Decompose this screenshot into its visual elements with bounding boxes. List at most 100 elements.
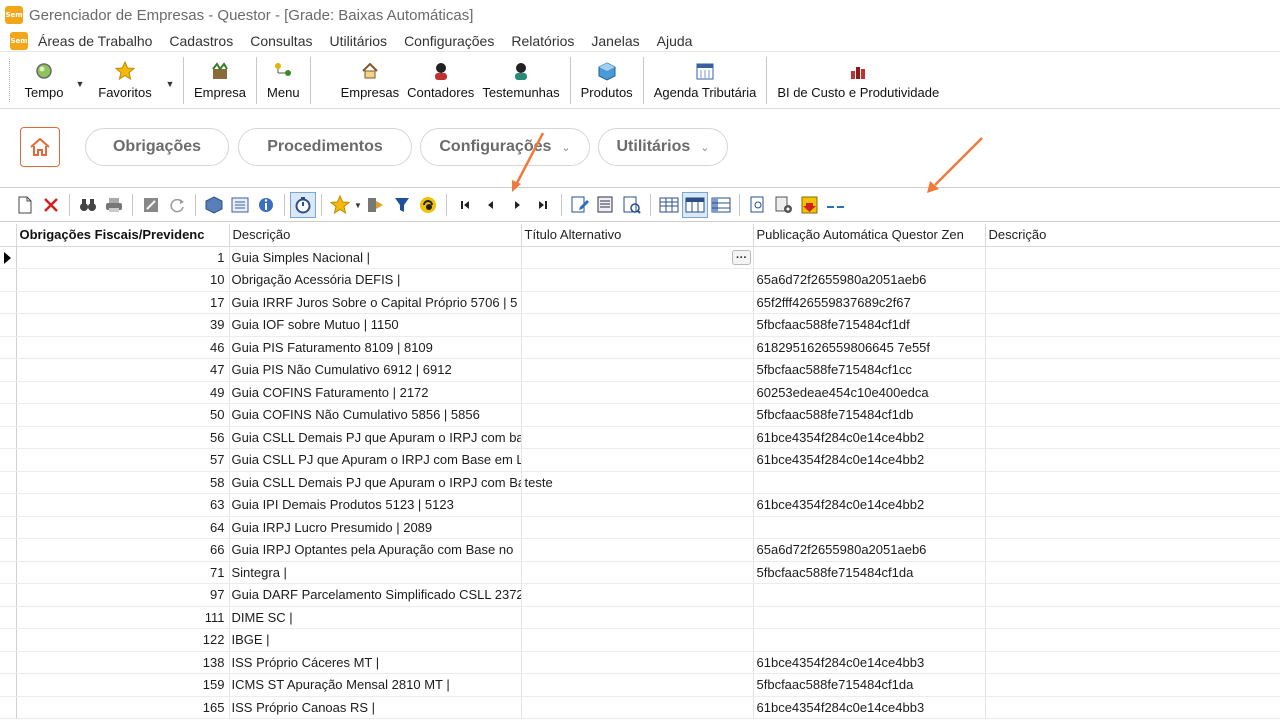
cell-publicacao[interactable]: 60253edeae454c10e400edca	[753, 381, 986, 404]
cell-id[interactable]: 47	[16, 358, 230, 382]
table-row[interactable]: 64 Guia IRPJ Lucro Presumido | 2089	[0, 516, 1280, 539]
cell-descricao-2[interactable]	[985, 336, 1280, 359]
favorites-button[interactable]	[327, 192, 353, 218]
cell-id[interactable]: 63	[16, 493, 230, 517]
table-row[interactable]: 159 ICMS ST Apuração Mensal 2810 MT | 5fbc…	[0, 673, 1280, 697]
cell-descricao[interactable]: Guia IRPJ Optantes pela Apuração com Bas…	[229, 538, 522, 562]
cell-titulo-alternativo[interactable]	[521, 516, 754, 539]
cell-descricao-2[interactable]	[985, 381, 1280, 404]
cell-id[interactable]: 46	[16, 336, 230, 359]
table-row[interactable]: 111 DIME SC |	[0, 606, 1280, 629]
cell-descricao-2[interactable]	[985, 651, 1280, 674]
edit-button[interactable]	[138, 192, 164, 218]
row-indicator[interactable]	[0, 696, 17, 719]
cell-publicacao[interactable]: 65a6d72f2655980a2051aeb6	[753, 538, 986, 562]
edit-document-button[interactable]	[567, 192, 593, 218]
home-button[interactable]	[20, 127, 60, 167]
new-record-button[interactable]	[12, 192, 38, 218]
cell-descricao[interactable]: Guia IPI Demais Produtos 5123 | 5123	[229, 493, 522, 517]
cell-id[interactable]: 111	[16, 606, 230, 629]
cell-titulo-alternativo[interactable]	[521, 403, 754, 427]
cell-descricao-2[interactable]	[985, 583, 1280, 607]
cell-descricao[interactable]: ICMS ST Apuração Mensal 2810 MT |	[229, 673, 522, 697]
cell-descricao[interactable]: Sintegra |	[229, 561, 522, 584]
cell-descricao-2[interactable]	[985, 426, 1280, 449]
cell-descricao-2[interactable]	[985, 606, 1280, 629]
export-button[interactable]	[363, 192, 389, 218]
row-indicator[interactable]	[0, 381, 17, 404]
cell-descricao[interactable]: Guia Simples Nacional |	[229, 246, 522, 269]
row-indicator[interactable]	[0, 291, 17, 314]
cell-descricao-2[interactable]	[985, 246, 1280, 269]
row-indicator[interactable]	[0, 516, 17, 539]
table-row[interactable]: 39 Guia IOF sobre Mutuo | 1150 5fbcfaac588…	[0, 313, 1280, 337]
row-indicator[interactable]	[0, 246, 17, 269]
cell-id[interactable]: 1	[16, 246, 230, 269]
table-row[interactable]: 165 ISS Próprio Canoas RS | 61bce4354f284c…	[0, 696, 1280, 719]
table-row[interactable]: 1 Guia Simples Nacional |	[0, 246, 1280, 269]
cell-descricao[interactable]: Guia CSLL Demais PJ que Apuram o IRPJ co…	[229, 471, 522, 494]
cell-id[interactable]: 49	[16, 381, 230, 404]
column-header[interactable]: Publicação Automática Questor Zen	[753, 224, 986, 247]
cell-descricao-2[interactable]	[985, 471, 1280, 494]
cell-descricao[interactable]: Guia COFINS Faturamento | 2172	[229, 381, 522, 404]
row-indicator[interactable]	[0, 313, 17, 337]
table-row[interactable]: 56 Guia CSLL Demais PJ que Apuram o IRPJ …	[0, 426, 1280, 449]
cell-publicacao[interactable]: 65a6d72f2655980a2051aeb6	[753, 268, 986, 292]
form-view-button[interactable]	[227, 192, 253, 218]
cell-publicacao[interactable]: 61bce4354f284c0e14ce4bb3	[753, 651, 986, 674]
cell-publicacao[interactable]: 61bce4354f284c0e14ce4bb2	[753, 448, 986, 472]
cell-descricao-2[interactable]	[985, 358, 1280, 382]
row-indicator[interactable]	[0, 583, 17, 607]
cell-descricao[interactable]: Guia DARF Parcelamento Simplificado CSLL…	[229, 583, 522, 607]
cell-titulo-alternativo[interactable]	[521, 673, 754, 697]
cell-publicacao[interactable]	[753, 606, 986, 629]
cell-id[interactable]: 50	[16, 403, 230, 427]
search-report-button[interactable]	[619, 192, 645, 218]
menu-janelas[interactable]: Janelas	[591, 33, 639, 49]
favoritos-button[interactable]: Favoritos	[87, 53, 163, 108]
agenda-tributaria-button[interactable]: Agenda Tributária	[650, 53, 761, 108]
cell-titulo-alternativo[interactable]	[521, 493, 754, 517]
cell-descricao-2[interactable]	[985, 493, 1280, 517]
menu-areas-de-trabalho[interactable]: Áreas de Trabalho	[38, 33, 152, 49]
empresas-button[interactable]: Empresas	[337, 53, 404, 108]
table-row[interactable]: 57 Guia CSLL PJ que Apuram o IRPJ com Bas…	[0, 448, 1280, 472]
info-button[interactable]	[253, 192, 279, 218]
column-header[interactable]: Descrição	[229, 224, 522, 247]
report-button[interactable]	[593, 192, 619, 218]
cell-titulo-alternativo[interactable]	[521, 313, 754, 337]
cell-publicacao[interactable]: 6182951626559806645 7e55f	[753, 336, 986, 359]
row-indicator[interactable]	[0, 561, 17, 584]
cell-titulo-alternativo[interactable]	[521, 246, 754, 269]
table-row[interactable]: 10 Obrigação Acessória DEFIS | 65a6d72f265…	[0, 268, 1280, 292]
print-button[interactable]	[101, 192, 127, 218]
cell-publicacao[interactable]: 5fbcfaac588fe715484cf1df	[753, 313, 986, 337]
cell-id[interactable]: 66	[16, 538, 230, 562]
cell-titulo-alternativo[interactable]	[521, 561, 754, 584]
refresh-button[interactable]	[164, 192, 190, 218]
row-indicator[interactable]	[0, 471, 17, 494]
empresa-button[interactable]: Empresa	[190, 53, 250, 108]
table-row[interactable]: 50 Guia COFINS Não Cumulativo 5856 | 5856…	[0, 403, 1280, 427]
cell-publicacao[interactable]: 65f2fff426559837689c2f67	[753, 291, 986, 314]
row-indicator[interactable]	[0, 448, 17, 472]
table-row[interactable]: 138 ISS Próprio Cáceres MT | 61bce4354f284…	[0, 651, 1280, 674]
first-record-button[interactable]	[452, 192, 478, 218]
import-button[interactable]	[797, 192, 823, 218]
produtos-button[interactable]: Produtos	[577, 53, 637, 108]
cell-descricao-2[interactable]	[985, 673, 1280, 697]
column-header[interactable]: Obrigações Fiscais/Previdenc	[16, 224, 230, 247]
cell-titulo-alternativo[interactable]	[521, 651, 754, 674]
table-row[interactable]: 66 Guia IRPJ Optantes pela Apuração com B…	[0, 538, 1280, 562]
row-indicator[interactable]	[0, 358, 17, 382]
timer-toggle-button[interactable]	[290, 192, 316, 218]
menu-utilitarios[interactable]: Utilitários	[329, 33, 387, 49]
cell-descricao-2[interactable]	[985, 516, 1280, 539]
cell-descricao-2[interactable]	[985, 696, 1280, 719]
layout-button[interactable]	[201, 192, 227, 218]
cell-titulo-alternativo[interactable]	[521, 268, 754, 292]
row-indicator[interactable]	[0, 651, 17, 674]
cell-descricao[interactable]: Guia PIS Faturamento 8109 | 8109	[229, 336, 522, 359]
contadores-button[interactable]: Contadores	[403, 53, 478, 108]
